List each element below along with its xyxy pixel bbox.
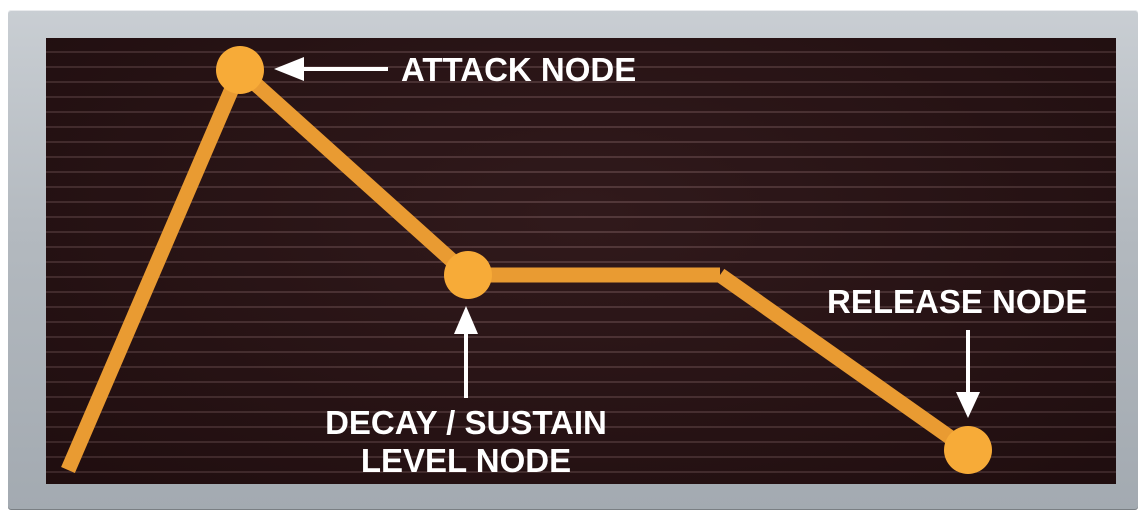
decay-segment — [232, 62, 476, 283]
release-node[interactable] — [944, 426, 992, 474]
attack-arrow-icon — [274, 57, 388, 81]
attack-node-label: ATTACK NODE — [401, 51, 637, 88]
decay-sustain-node-label: DECAY / SUSTAIN LEVEL NODE — [300, 404, 632, 480]
release-node-label: RELEASE NODE — [827, 283, 1088, 320]
decay-sustain-node[interactable] — [444, 251, 492, 299]
decay-arrow-icon — [454, 306, 478, 398]
decay-sustain-label-line1: DECAY / SUSTAIN — [325, 404, 607, 441]
release-arrow-icon — [956, 330, 980, 418]
attack-node[interactable] — [216, 46, 264, 94]
decay-sustain-label-line2: LEVEL NODE — [360, 442, 572, 479]
attack-segment — [61, 67, 247, 473]
annotation-arrows — [274, 57, 980, 418]
